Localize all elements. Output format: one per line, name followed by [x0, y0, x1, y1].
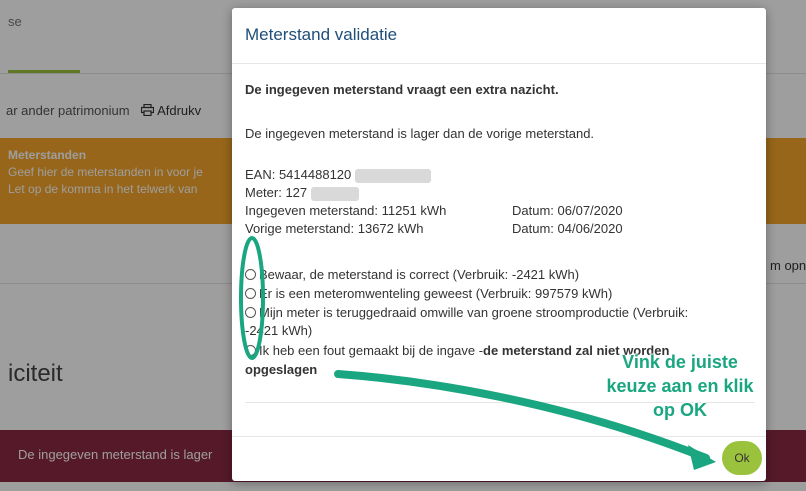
annotation-line-2: keuze aan en klik [606, 376, 754, 396]
annotation-text: Vink de juiste keuze aan en klik op OK [560, 350, 800, 422]
arrow-head-icon [688, 445, 716, 470]
ok-button[interactable]: Ok [722, 441, 762, 475]
annotation-line-1: Vink de juiste [622, 352, 738, 372]
annotation-highlight-circle [239, 236, 265, 360]
annotation-line-3: op OK [653, 400, 707, 420]
